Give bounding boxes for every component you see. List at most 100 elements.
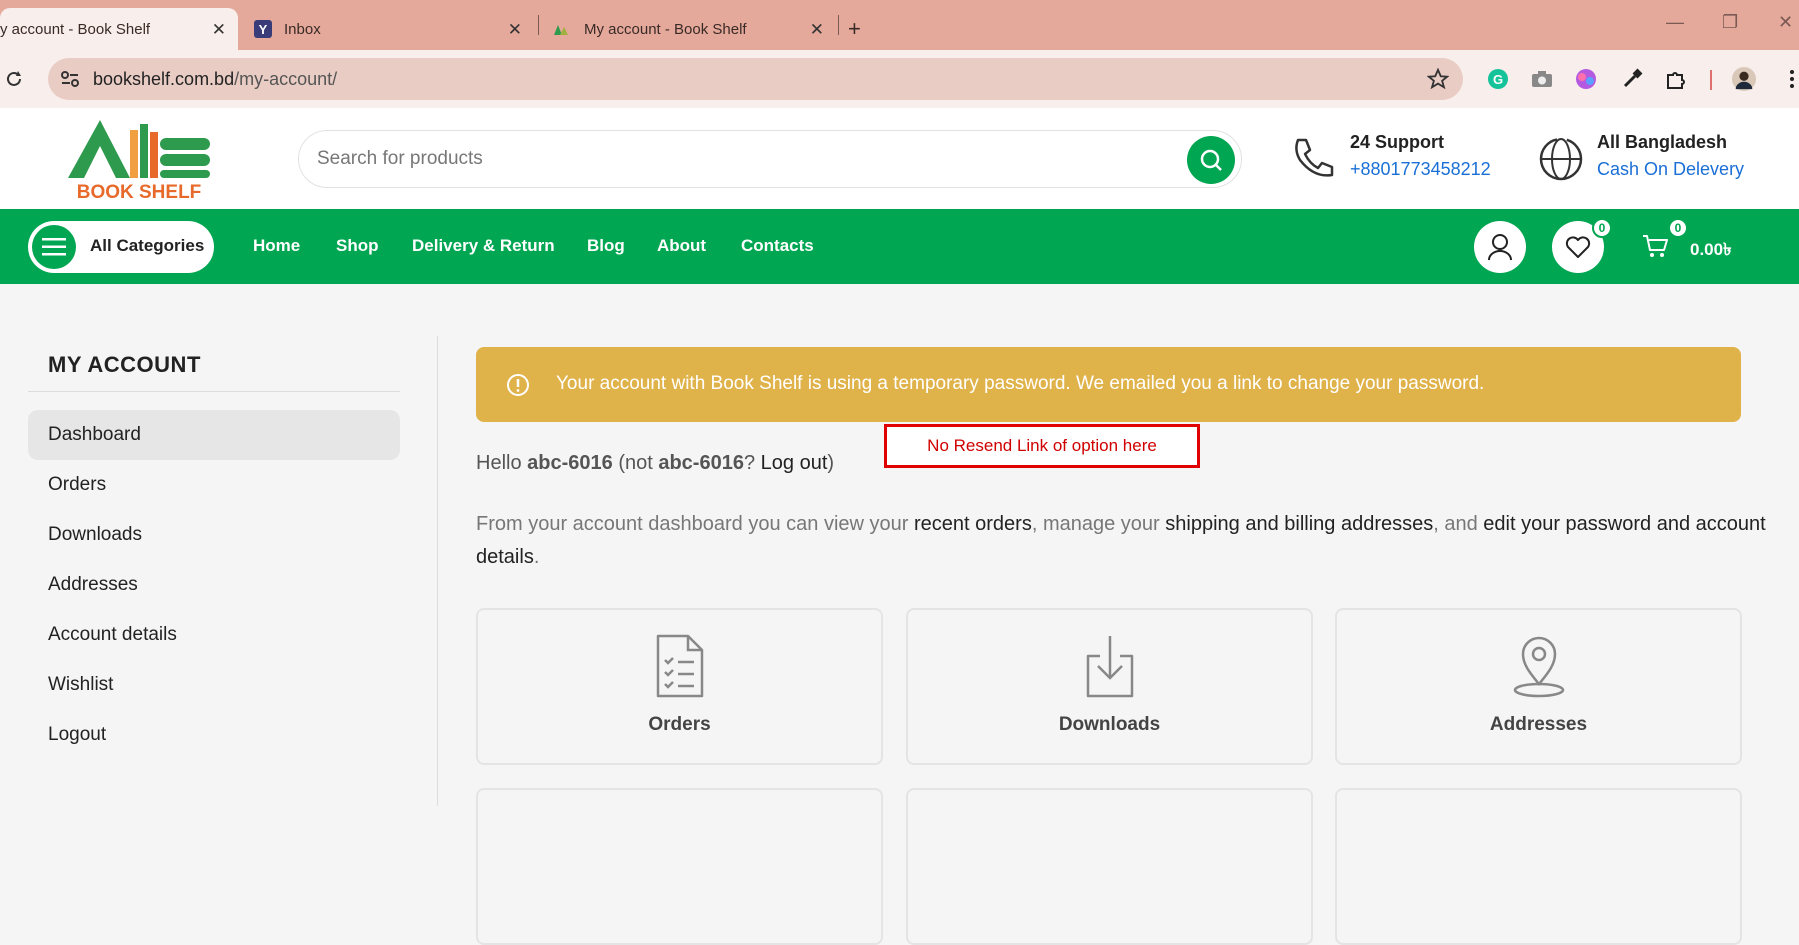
plus-icon: +: [848, 16, 861, 41]
notice-text: Your account with Book Shelf is using a …: [556, 373, 1485, 394]
divider: [28, 391, 400, 392]
window-close-icon[interactable]: ✕: [1778, 12, 1793, 33]
support-phone-link[interactable]: +8801773458212: [1350, 159, 1491, 180]
reload-icon[interactable]: [4, 69, 24, 89]
sidebar-divider: [437, 336, 438, 806]
nav-about[interactable]: About: [657, 236, 706, 256]
region-title: All Bangladesh: [1597, 132, 1728, 152]
bookmark-star-icon[interactable]: [1427, 68, 1449, 90]
hamburger-icon: [32, 225, 76, 269]
card-wishlist[interactable]: [906, 788, 1313, 945]
my-account-heading: MY ACCOUNT: [48, 352, 201, 377]
tab-title: y account - Book Shelf: [0, 20, 151, 38]
svg-text:G: G: [1493, 72, 1503, 87]
search-icon: [1200, 149, 1222, 171]
menu-kebab-icon[interactable]: [1780, 67, 1799, 91]
all-categories-label: All Categories: [90, 236, 205, 255]
eyedropper-icon[interactable]: [1620, 67, 1644, 91]
nav-delivery-return[interactable]: Delivery & Return: [412, 236, 555, 256]
card-addresses[interactable]: Addresses: [1335, 608, 1742, 765]
alert-info-icon: [507, 374, 529, 396]
grammarly-icon[interactable]: G: [1486, 67, 1510, 91]
phone-support-icon: [1295, 138, 1334, 177]
close-icon[interactable]: ✕: [810, 20, 824, 40]
product-search: [298, 130, 1242, 188]
sidebar-item-label: Account details: [48, 624, 177, 645]
sidebar-item-label: Wishlist: [48, 674, 114, 695]
globe-icon: [1539, 137, 1583, 181]
greeting-not: (not: [612, 452, 659, 474]
sidebar-item-label: Logout: [48, 724, 107, 745]
search-button[interactable]: [1187, 136, 1235, 184]
cart-icon[interactable]: [1642, 234, 1668, 258]
recent-orders-link[interactable]: recent orders: [914, 513, 1032, 535]
search-input[interactable]: [317, 145, 1117, 173]
annotation-text: No Resend Link of option here: [927, 436, 1157, 455]
browser-tab-strip: y account - Book Shelf ✕ Y Inbox ✕ My ac…: [0, 0, 1799, 50]
greeting-question: ?: [743, 452, 761, 474]
tab-separator: [838, 15, 839, 35]
nav-shop[interactable]: Shop: [336, 236, 379, 256]
tab-title: My account - Book Shelf: [584, 20, 747, 38]
annotation-box: No Resend Link of option here: [884, 424, 1200, 468]
username: abc-6016: [527, 452, 613, 474]
close-icon[interactable]: ✕: [212, 20, 226, 40]
tab-my-account-active[interactable]: y account - Book Shelf ✕: [0, 8, 238, 50]
restore-icon[interactable]: ❐: [1722, 12, 1738, 33]
intro-text: .: [533, 546, 540, 568]
card-account-details[interactable]: [476, 788, 883, 945]
site-info-icon[interactable]: [60, 70, 80, 88]
sidebar-item-label: Addresses: [48, 574, 138, 595]
user-icon: [1488, 234, 1512, 261]
payment-method-link[interactable]: Cash On Delevery: [1597, 159, 1744, 180]
brain-extension-icon[interactable]: [1574, 67, 1598, 91]
sidebar-item-dashboard[interactable]: Dashboard: [28, 410, 400, 460]
bookshelf-favicon-icon: [554, 25, 568, 35]
camera-icon[interactable]: [1530, 67, 1554, 91]
dashboard-intro: From your account dashboard you can view…: [476, 508, 1766, 574]
yahoo-favicon-icon: Y: [254, 20, 272, 38]
sidebar-item-downloads[interactable]: Downloads: [28, 510, 400, 560]
intro-text: From your account dashboard you can view…: [476, 513, 914, 535]
sidebar-item-label: Downloads: [48, 524, 142, 545]
tab-my-account[interactable]: My account - Book Shelf ✕: [552, 8, 836, 50]
profile-avatar[interactable]: [1732, 67, 1756, 91]
intro-text: , manage your: [1031, 513, 1166, 535]
close-icon[interactable]: ✕: [508, 20, 522, 40]
new-tab-button[interactable]: +: [848, 8, 872, 50]
region-block: All Bangladesh Cash On Delevery: [1597, 132, 1744, 180]
card-label: Addresses: [1489, 714, 1588, 735]
logout-link[interactable]: Log out: [761, 452, 828, 474]
addresses-link[interactable]: shipping and billing addresses: [1165, 513, 1433, 535]
url-text: bookshelf.com.bd/my-account/: [93, 69, 337, 90]
sidebar-item-logout[interactable]: Logout: [28, 710, 400, 760]
sidebar-item-account-details[interactable]: Account details: [28, 610, 400, 660]
tab-inbox[interactable]: Y Inbox ✕: [254, 8, 534, 50]
card-downloads[interactable]: Downloads: [906, 608, 1313, 765]
main-navigation: All Categories Home Shop Delivery & Retu…: [0, 209, 1799, 284]
support-title: 24 Support: [1350, 132, 1445, 152]
minimize-icon[interactable]: —: [1666, 12, 1684, 33]
omnibox[interactable]: bookshelf.com.bd/my-account/: [48, 58, 1463, 100]
cart-total[interactable]: 0.00৳: [1690, 237, 1732, 265]
greeting: Hello abc-6016 (not abc-6016? Log out): [476, 452, 834, 475]
sidebar-item-addresses[interactable]: Addresses: [28, 560, 400, 610]
site-header: BOOK SHELF 24 Support +8801773458212 All…: [0, 108, 1799, 209]
tab-separator: [538, 15, 539, 35]
tab-title: Inbox: [284, 20, 321, 38]
nav-blog[interactable]: Blog: [587, 236, 625, 256]
bookshelf-logo[interactable]: BOOK SHELF: [60, 116, 218, 202]
account-button[interactable]: [1474, 221, 1526, 273]
nav-contacts[interactable]: Contacts: [741, 236, 814, 256]
card-label: Orders: [648, 714, 711, 735]
card-logout[interactable]: [1335, 788, 1742, 945]
sidebar-item-wishlist[interactable]: Wishlist: [28, 660, 400, 710]
support-block: 24 Support +8801773458212: [1350, 132, 1491, 180]
all-categories-button[interactable]: All Categories: [28, 221, 214, 273]
card-orders[interactable]: Orders: [476, 608, 883, 765]
extensions-puzzle-icon[interactable]: [1664, 67, 1688, 91]
greeting-prefix: Hello: [476, 452, 528, 474]
heart-icon: [1565, 236, 1591, 258]
nav-home[interactable]: Home: [253, 236, 300, 256]
sidebar-item-orders[interactable]: Orders: [28, 460, 400, 510]
